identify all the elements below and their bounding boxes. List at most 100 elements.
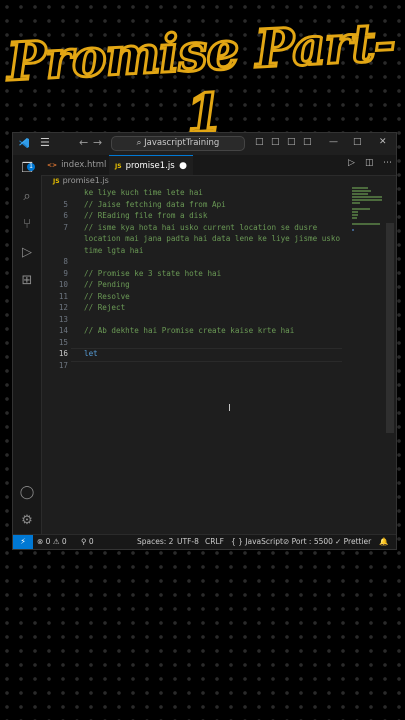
html-file-icon: <> [47, 162, 58, 169]
line-text: // Reject [84, 303, 126, 312]
command-center-search[interactable]: ⌕ JavascriptTraining [111, 136, 245, 151]
code-line[interactable]: 10 // Pending [41, 279, 382, 291]
line-number: 8 [63, 257, 68, 266]
code-line[interactable]: 15 [41, 337, 382, 349]
layout-toggle-icon[interactable]: □ [255, 137, 264, 147]
account-icon[interactable]: ◯ [19, 485, 35, 501]
eol-status[interactable]: CRLF [205, 535, 224, 549]
live-server-port-status[interactable]: ⊘ Port : 5500 [283, 535, 333, 549]
editor-tabs: <> index.html JS promise1.js ● [41, 155, 396, 176]
code-line[interactable]: 16 let [41, 348, 382, 362]
source-control-icon[interactable]: ⑂ [19, 217, 35, 233]
line-number: 6 [63, 211, 68, 220]
minimap-line [352, 199, 382, 201]
line-number: 17 [58, 360, 68, 370]
line-number: 16 [58, 349, 68, 358]
minimap-line [352, 202, 360, 204]
problems-status[interactable]: ⊗ 0 ⚠ 0 [37, 535, 67, 549]
code-line[interactable]: location mai jana padta hai data lene ke… [41, 233, 382, 245]
explorer-badge: 1 [27, 163, 35, 171]
js-file-icon: JS [115, 163, 122, 170]
settings-icon[interactable]: ⚙ [19, 513, 35, 529]
tab-index-html[interactable]: <> index.html [41, 155, 109, 175]
line-number: 9 [63, 268, 68, 278]
line-text: // isme kya hota hai usko current locati… [84, 222, 318, 232]
mouse-cursor-icon: I [228, 403, 231, 414]
line-number: 10 [58, 280, 68, 289]
line-text: location mai jana padta hai data lene ke… [84, 234, 341, 243]
code-line[interactable]: 13 [41, 314, 382, 326]
minimap-line [352, 196, 382, 198]
minimap-line [352, 208, 370, 210]
run-file-icon[interactable]: ▷ [348, 158, 355, 168]
vscode-logo-icon [19, 138, 29, 148]
line-text: ke liye kuch time lete hai [84, 188, 203, 197]
extensions-icon[interactable]: ⊞ [19, 273, 35, 289]
code-editor[interactable]: ke liye kuch time lete hai 5 // Jaise fetc… [41, 187, 382, 522]
split-editor-icon[interactable]: ◫ [365, 158, 374, 168]
minimize-icon[interactable]: — [329, 137, 338, 147]
indentation-status[interactable]: Spaces: 2 [137, 535, 173, 549]
tab-label: promise1.js [125, 161, 175, 171]
js-file-icon: JS [53, 178, 60, 185]
vertical-scrollbar[interactable] [386, 223, 394, 433]
line-number: 13 [58, 314, 68, 324]
line-text: // Ab dekhte hai Promise create kaise kr… [84, 326, 295, 335]
code-line[interactable]: ke liye kuch time lete hai [41, 187, 382, 199]
notifications-bell-icon[interactable]: 🔔 [379, 535, 388, 549]
line-number: 5 [63, 199, 68, 209]
line-number: 11 [58, 291, 68, 301]
minimap-line [352, 211, 358, 213]
search-text: JavascriptTraining [144, 138, 220, 148]
forward-arrow-icon[interactable]: → [93, 136, 102, 149]
close-icon[interactable]: ✕ [379, 137, 387, 147]
code-line[interactable]: time lgta hai [41, 245, 382, 257]
line-text: // Resolve [84, 291, 130, 301]
line-text: time lgta hai [84, 245, 144, 255]
maximize-icon[interactable]: □ [353, 137, 362, 147]
secondary-sidebar-icon[interactable]: □ [303, 137, 312, 147]
search-icon[interactable]: ⌕ [19, 189, 35, 205]
vscode-window: ☰ ← → ⌕ JavascriptTraining □ □ □ □ — □ ✕… [12, 132, 397, 550]
prettier-status[interactable]: ✓ Prettier [335, 535, 371, 549]
back-arrow-icon[interactable]: ← [79, 136, 88, 149]
line-number: 14 [58, 326, 68, 335]
remote-indicator-icon[interactable]: ⚡ [13, 535, 33, 549]
run-debug-icon[interactable]: ▷ [19, 245, 35, 261]
minimap-line [352, 190, 371, 192]
code-line[interactable]: 6 // REading file from a disk [41, 210, 382, 222]
ports-status[interactable]: ⚲ 0 [81, 535, 94, 549]
tab-promise1-js[interactable]: JS promise1.js ● [109, 155, 193, 175]
activity-bar: ❐ 1 ⌕ ⑂ ▷ ⊞ ◯ ⚙ [13, 155, 42, 535]
code-line[interactable]: 17 [41, 360, 382, 372]
encoding-status[interactable]: UTF-8 [177, 535, 199, 549]
minimap-line [352, 187, 368, 189]
more-actions-icon[interactable]: ⋯ [383, 158, 392, 168]
unsaved-dot-icon[interactable]: ● [179, 156, 187, 176]
line-text: // Jaise fetching data from Api [84, 199, 226, 209]
line-text: // Pending [84, 280, 130, 289]
minimap-line [352, 223, 380, 225]
line-text: let [84, 349, 98, 358]
minimap-line [352, 214, 358, 216]
line-text: // REading file from a disk [84, 211, 208, 220]
minimap-line [352, 229, 354, 231]
minimap-line [352, 193, 369, 195]
code-line[interactable]: 11 // Resolve [41, 291, 382, 303]
code-line[interactable]: 7 // isme kya hota hai usko current locat… [41, 222, 382, 234]
hamburger-icon[interactable]: ☰ [40, 136, 50, 149]
status-bar: ⚡ ⊗ 0 ⚠ 0 ⚲ 0 Spaces: 2 UTF-8 CRLF { } J… [13, 534, 396, 549]
code-line[interactable]: 12 // Reject [41, 302, 382, 314]
code-line[interactable]: 14 // Ab dekhte hai Promise create kaise … [41, 325, 382, 337]
code-line[interactable]: 5 // Jaise fetching data from Api [41, 199, 382, 211]
minimap[interactable] [352, 187, 382, 231]
line-number: 7 [63, 222, 68, 232]
line-text: // Promise ke 3 state hote hai [84, 268, 222, 278]
sidebar-toggle-icon[interactable]: □ [271, 137, 280, 147]
code-line[interactable]: 8 [41, 256, 382, 268]
panel-toggle-icon[interactable]: □ [287, 137, 296, 147]
title-bar: ☰ ← → ⌕ JavascriptTraining □ □ □ □ — □ ✕ [13, 133, 396, 156]
breadcrumb[interactable]: JS promise1.js [53, 176, 109, 185]
code-line[interactable]: 9 // Promise ke 3 state hote hai [41, 268, 382, 280]
language-status[interactable]: { } JavaScript [231, 535, 283, 549]
